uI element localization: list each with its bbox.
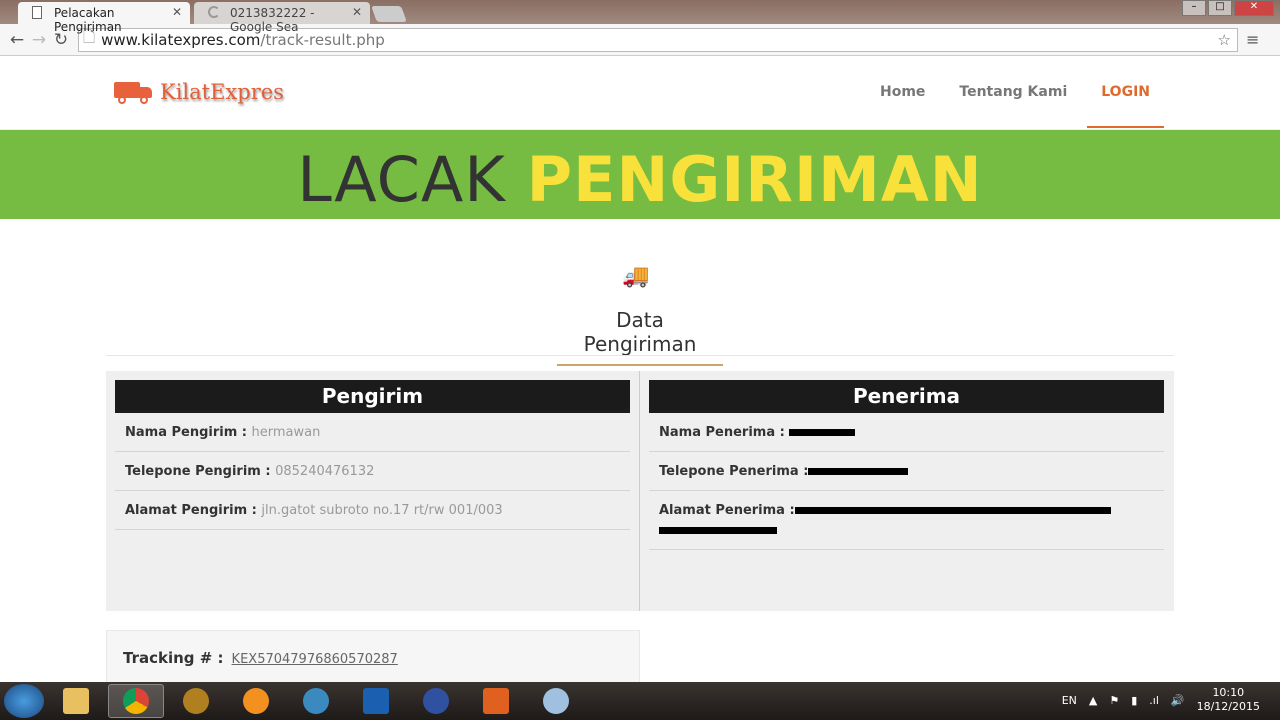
folder-icon xyxy=(63,688,89,714)
show-hidden-icons[interactable]: ▲ xyxy=(1089,694,1097,707)
sender-column: Pengirim Nama Pengirim : hermawan Telepo… xyxy=(115,380,630,530)
banner-light: LACAK xyxy=(297,143,506,216)
sender-phone-row: Telepone Pengirim : 085240476132 xyxy=(115,452,630,491)
app-icon xyxy=(183,688,209,714)
tracking-number-link[interactable]: KEX57047976860570287 xyxy=(232,652,398,667)
close-tab-icon[interactable]: ✕ xyxy=(172,5,182,19)
action-center-icon[interactable]: ⚑ xyxy=(1109,694,1119,707)
time: 10:10 xyxy=(1212,686,1245,699)
receiver-name-row: Nama Penerima : xyxy=(649,413,1164,452)
sender-heading: Pengirim xyxy=(115,380,630,413)
system-tray: EN ▲ ⚑ ▮ .ıl 🔊 10:10 18/12/2015 xyxy=(1062,686,1260,714)
minimize-button[interactable]: – xyxy=(1182,0,1206,16)
tab-google[interactable]: 0213832222 - Google Sea ✕ xyxy=(194,2,370,34)
app-icon xyxy=(243,688,269,714)
logo[interactable]: KilatExpres xyxy=(108,80,284,104)
value: 085240476132 xyxy=(275,464,375,479)
taskbar-app[interactable] xyxy=(168,684,224,718)
globe-icon xyxy=(423,688,449,714)
label: Telepone Penerima : xyxy=(659,464,809,479)
forward-icon[interactable]: → xyxy=(28,30,50,50)
value: hermawan xyxy=(251,425,321,440)
browser-tabbar: Pelacakan Pengiriman ✕ 0213832222 - Googl… xyxy=(0,0,1280,34)
sender-address-row: Alamat Pengirim : jln.gatot subroto no.1… xyxy=(115,491,630,530)
language-indicator[interactable]: EN xyxy=(1062,694,1077,707)
nav-home[interactable]: Home xyxy=(880,84,925,100)
tracking-box: Tracking # : KEX57047976860570287 xyxy=(106,630,640,690)
redacted-value xyxy=(789,429,856,436)
logo-text: KilatExpres xyxy=(160,80,284,104)
truck-icon: 🚚 xyxy=(622,264,650,289)
label: Alamat Pengirim : xyxy=(125,503,257,518)
chrome-icon xyxy=(123,688,149,714)
label: Nama Pengirim : xyxy=(125,425,247,440)
pdf-icon xyxy=(483,688,509,714)
taskbar-explorer[interactable] xyxy=(48,684,104,718)
site-header: KilatExpres Home Tentang Kami LOGIN xyxy=(0,56,1280,130)
tab-title: Pelacakan Pengiriman xyxy=(54,6,122,34)
star-icon[interactable]: ☆ xyxy=(1218,31,1231,49)
taskbar-pdf[interactable] xyxy=(468,684,524,718)
browser-toolbar: ← → ↻ 🗋 www.kilatexpres.com/track-result.… xyxy=(0,24,1280,56)
taskbar-globe[interactable] xyxy=(408,684,464,718)
taskbar: EN ▲ ⚑ ▮ .ıl 🔊 10:10 18/12/2015 xyxy=(0,682,1280,720)
redacted-value xyxy=(794,507,1111,514)
column-divider xyxy=(639,371,640,611)
redacted-value xyxy=(808,468,909,475)
receiver-phone-row: Telepone Penerima : xyxy=(649,452,1164,491)
taskbar-paint[interactable] xyxy=(528,684,584,718)
label: Telepone Pengirim : xyxy=(125,464,271,479)
redacted-value xyxy=(659,527,777,534)
close-tab-icon[interactable]: ✕ xyxy=(352,5,362,19)
magnifier-icon xyxy=(303,688,329,714)
maximize-button[interactable]: □ xyxy=(1208,0,1232,16)
receiver-address-row: Alamat Penerima : xyxy=(649,491,1164,550)
back-icon[interactable]: ← xyxy=(6,30,28,50)
new-tab-button[interactable] xyxy=(371,6,407,22)
sender-name-row: Nama Pengirim : hermawan xyxy=(115,413,630,452)
label: Alamat Penerima : xyxy=(659,503,795,518)
start-button[interactable] xyxy=(4,684,44,718)
banner-bold: PENGIRIMAN xyxy=(526,143,983,216)
section-title: Data Pengiriman xyxy=(557,308,723,366)
divider xyxy=(106,355,1174,356)
tracking-label: Tracking # : xyxy=(123,649,224,667)
nav-login[interactable]: LOGIN xyxy=(1087,84,1164,128)
loading-icon xyxy=(208,6,220,18)
signal-icon[interactable]: .ıl xyxy=(1149,694,1159,707)
date: 18/12/2015 xyxy=(1196,700,1260,713)
taskbar-search[interactable] xyxy=(288,684,344,718)
menu-icon[interactable]: ≡ xyxy=(1246,30,1259,49)
taskbar-chrome[interactable] xyxy=(108,684,164,718)
paint-icon xyxy=(543,688,569,714)
taskbar-app[interactable] xyxy=(228,684,284,718)
volume-icon[interactable]: 🔊 xyxy=(1171,694,1185,707)
battery-icon[interactable]: ▮ xyxy=(1131,694,1137,707)
label: Nama Penerima : xyxy=(659,425,785,440)
truck-logo-icon xyxy=(108,80,154,104)
shipment-panel: Pengirim Nama Pengirim : hermawan Telepo… xyxy=(106,371,1174,611)
receiver-column: Penerima Nama Penerima : Telepone Peneri… xyxy=(649,380,1164,550)
close-window-button[interactable]: ✕ xyxy=(1234,0,1274,16)
receiver-heading: Penerima xyxy=(649,380,1164,413)
taskbar-outlook[interactable] xyxy=(348,684,404,718)
tab-pelacakan[interactable]: Pelacakan Pengiriman ✕ xyxy=(18,2,190,34)
nav-tentang-kami[interactable]: Tentang Kami xyxy=(959,84,1067,100)
page-banner: LACAK PENGIRIMAN xyxy=(0,130,1280,219)
outlook-icon xyxy=(363,688,389,714)
clock[interactable]: 10:10 18/12/2015 xyxy=(1197,686,1260,714)
page-icon xyxy=(32,6,42,19)
value: jln.gatot subroto no.17 rt/rw 001/003 xyxy=(261,503,503,518)
